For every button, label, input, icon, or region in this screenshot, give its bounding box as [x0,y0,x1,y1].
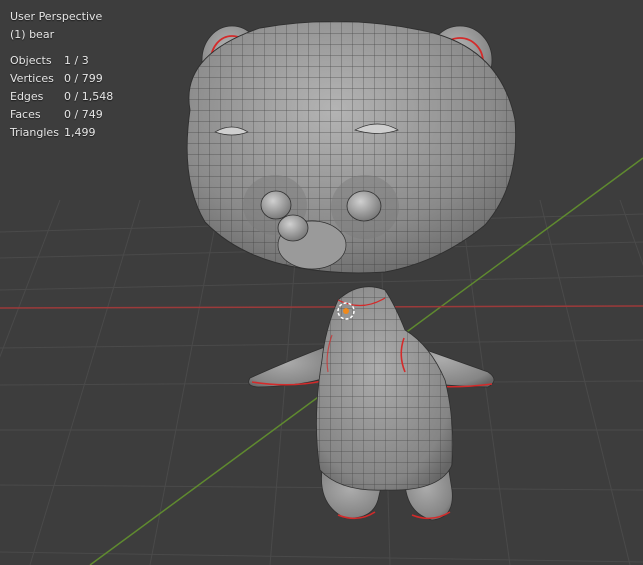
stat-value: 1 / 3 [64,54,89,67]
stat-value: 0 / 1,548 [64,90,114,103]
stat-value: 1,499 [64,126,96,139]
active-object-name: (1) bear [10,28,55,41]
scene-statistics: Objects 1 / 3 Vertices 0 / 799 Edges 0 /… [10,52,113,142]
bear-mesh[interactable] [186,21,517,521]
stat-label: Objects [10,54,52,67]
stat-row-triangles: Triangles 1,499 [10,124,113,142]
stat-value: 0 / 799 [64,72,103,85]
stat-row-edges: Edges 0 / 1,548 [10,88,113,106]
stat-row-vertices: Vertices 0 / 799 [10,70,113,88]
stat-row-objects: Objects 1 / 3 [10,52,113,70]
stat-label: Faces [10,108,41,121]
view-name: User Perspective [10,10,103,23]
stat-label: Edges [10,90,44,103]
stat-value: 0 / 749 [64,108,103,121]
stat-label: Vertices [10,72,54,85]
viewport-info-overlay: User Perspective (1) bear Objects 1 / 3 … [10,8,113,142]
x-axis-line [0,305,643,309]
3d-viewport[interactable]: User Perspective (1) bear Objects 1 / 3 … [0,0,643,565]
stat-row-faces: Faces 0 / 749 [10,106,113,124]
stat-label: Triangles [10,126,59,139]
